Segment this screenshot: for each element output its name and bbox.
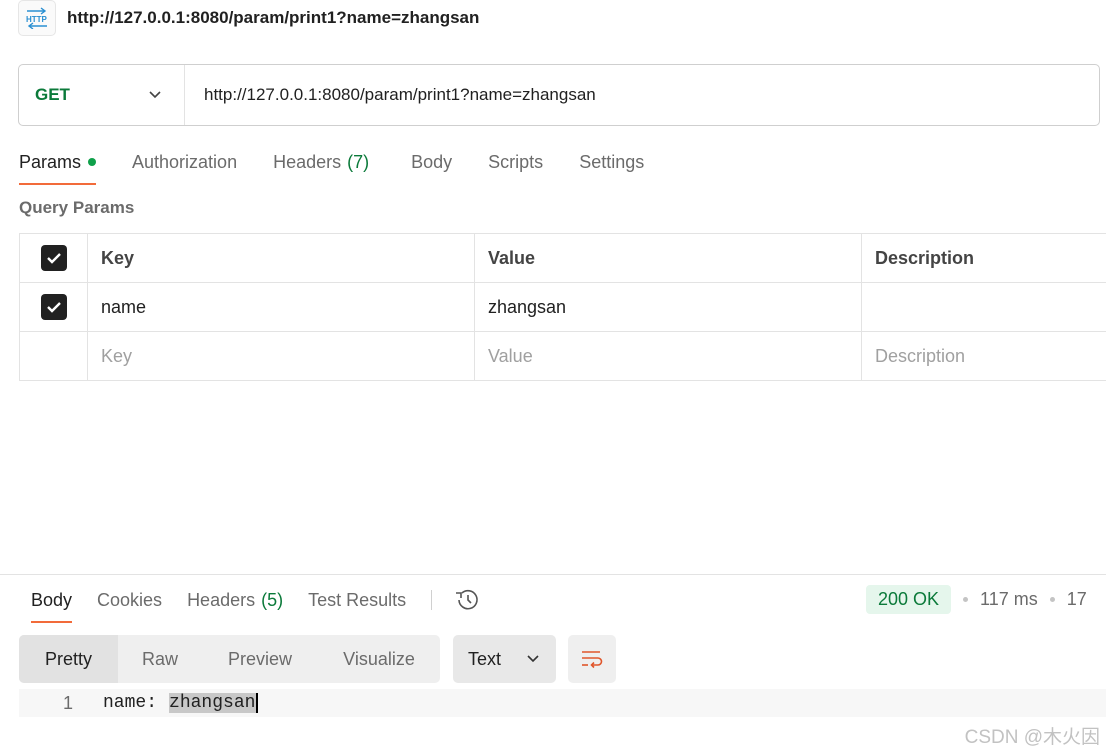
- tab-params-label: Params: [19, 151, 82, 172]
- response-status-area: 200 OK 117 ms 17: [866, 584, 1087, 614]
- format-pretty-button[interactable]: Pretty: [19, 635, 118, 683]
- tab-params[interactable]: Params: [19, 142, 97, 185]
- column-header-description: Description: [875, 247, 975, 268]
- row-checkbox[interactable]: [40, 294, 67, 320]
- response-size[interactable]: 17: [1067, 589, 1087, 610]
- history-icon[interactable]: [454, 588, 480, 612]
- new-key-input[interactable]: Key: [88, 332, 475, 380]
- new-param-row: Key Value Description: [20, 332, 1106, 381]
- new-description-input[interactable]: Description: [862, 332, 1106, 380]
- response-tab-test-results-label: Test Results: [308, 589, 407, 610]
- select-all-cell: [20, 234, 88, 282]
- separator-dot: [1049, 596, 1055, 602]
- response-body-line: 1 name: zhangsan: [19, 689, 1106, 717]
- new-value-input[interactable]: Value: [475, 332, 862, 380]
- param-key-cell[interactable]: name: [88, 283, 475, 331]
- check-icon: [46, 253, 61, 264]
- chevron-down-icon: [526, 654, 540, 664]
- tab-headers[interactable]: Headers (7): [273, 142, 369, 182]
- line-number: 1: [62, 692, 73, 713]
- response-divider: [0, 574, 1106, 575]
- tab-body-label: Body: [411, 151, 453, 172]
- response-tab-headers-label: Headers: [187, 589, 256, 610]
- response-tabs: Body Cookies Headers (5) Test Results: [31, 580, 480, 623]
- response-tab-headers[interactable]: Headers (5): [187, 580, 283, 620]
- format-toggle-group: Pretty Raw Preview Visualize: [19, 635, 440, 683]
- tab-headers-label: Headers: [273, 151, 342, 172]
- url-bar: GET: [18, 64, 1100, 126]
- format-preview-button[interactable]: Preview: [202, 635, 318, 683]
- response-tab-headers-count: (5): [261, 589, 284, 610]
- response-body-value[interactable]: zhangsan: [169, 693, 259, 713]
- table-row: name zhangsan: [20, 283, 1106, 332]
- request-title-row: HTTP http://127.0.0.1:8080/param/print1?…: [18, 0, 479, 36]
- query-params-heading: Query Params: [19, 198, 135, 217]
- http-icon: HTTP: [18, 0, 56, 36]
- request-tabs: Params Authorization Headers (7) Body Sc…: [19, 142, 680, 186]
- param-description-cell[interactable]: [862, 283, 1106, 331]
- wrap-lines-button[interactable]: [568, 635, 616, 683]
- response-type-label: Text: [468, 648, 502, 669]
- tab-divider: [431, 590, 433, 610]
- tab-authorization-label: Authorization: [132, 151, 238, 172]
- response-tab-cookies-label: Cookies: [97, 589, 163, 610]
- select-all-checkbox[interactable]: [40, 245, 67, 271]
- response-tab-body[interactable]: Body: [31, 580, 73, 623]
- response-body-key: name:: [103, 693, 158, 713]
- separator-dot: [963, 596, 969, 602]
- new-row-check-cell: [20, 332, 88, 380]
- tab-body[interactable]: Body: [411, 142, 452, 182]
- tab-settings-label: Settings: [579, 151, 645, 172]
- tab-headers-count: (7): [347, 151, 370, 172]
- response-type-select[interactable]: Text: [453, 635, 556, 683]
- tab-scripts-label: Scripts: [488, 151, 544, 172]
- check-icon: [46, 302, 61, 313]
- format-raw-button[interactable]: Raw: [118, 635, 202, 683]
- response-time[interactable]: 117 ms: [980, 589, 1038, 610]
- request-title[interactable]: http://127.0.0.1:8080/param/print1?name=…: [67, 8, 479, 28]
- params-table: Key Value Description name zhangsan Key …: [19, 233, 1106, 381]
- svg-text:HTTP: HTTP: [26, 15, 48, 24]
- params-active-dot: [88, 158, 97, 166]
- status-badge[interactable]: 200 OK: [866, 584, 952, 614]
- tab-scripts[interactable]: Scripts: [488, 142, 543, 182]
- tab-authorization[interactable]: Authorization: [132, 142, 237, 182]
- tab-settings[interactable]: Settings: [579, 142, 644, 182]
- column-header-value: Value: [475, 234, 862, 282]
- method-label: GET: [35, 85, 70, 104]
- params-header-row: Key Value Description: [20, 234, 1106, 283]
- format-visualize-button[interactable]: Visualize: [318, 635, 440, 683]
- method-select[interactable]: GET: [19, 65, 185, 125]
- response-tab-cookies[interactable]: Cookies: [97, 580, 162, 620]
- chevron-down-icon: [148, 90, 162, 100]
- response-tab-test-results[interactable]: Test Results: [308, 580, 406, 620]
- response-tab-body-label: Body: [31, 589, 73, 610]
- param-value-cell[interactable]: zhangsan: [475, 283, 862, 331]
- url-input[interactable]: [185, 65, 1099, 125]
- column-header-key: Key: [88, 234, 475, 282]
- wrap-lines-icon: [582, 651, 603, 669]
- row-check-cell: [20, 283, 88, 331]
- watermark: CSDN @木火因: [964, 727, 1100, 748]
